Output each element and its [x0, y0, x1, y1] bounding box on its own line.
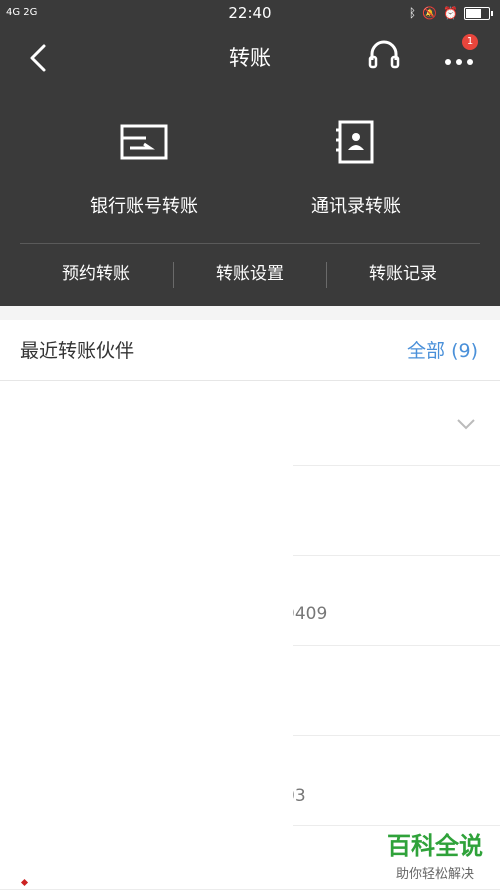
bank-card-icon [120, 124, 168, 160]
recent-partners-header: 最近转账伙伴 全部 (9) [0, 320, 500, 381]
tile-contacts-transfer[interactable]: 通讯录转账 [256, 118, 456, 218]
loading-overlay [0, 465, 293, 889]
section-title: 最近转账伙伴 [20, 340, 135, 362]
page-title: 转账 [229, 46, 271, 70]
watermark-logo: 百科全说 助你轻松解决 [370, 826, 500, 889]
watermark-subtitle: 助你轻松解决 [395, 867, 474, 882]
status-icons: ᛒ 🔕 ⏰ [408, 6, 493, 20]
chevron-down-icon[interactable] [456, 417, 476, 431]
notification-badge: 1 [462, 34, 478, 50]
tab-transfer-records[interactable]: 转账记录 [327, 244, 479, 304]
bluetooth-icon: ᛒ [408, 6, 417, 20]
alarm-icon: ⏰ [443, 6, 458, 20]
transfer-header: 转账 1 银行账号转账 通讯录转账 预约转账 转账设置 转账记录 [0, 28, 500, 306]
tab-scheduled-transfer[interactable]: 预约转账 [20, 244, 172, 304]
watermark-title: 百科全说 [387, 832, 483, 860]
headset-icon[interactable] [366, 38, 402, 74]
list-item[interactable] [0, 381, 500, 466]
tile-bank-account-transfer[interactable]: 银行账号转账 [44, 118, 244, 218]
tile-label: 银行账号转账 [90, 196, 198, 217]
status-bar: 4G 2G 22:40 ᛒ 🔕 ⏰ [0, 0, 500, 28]
bell-off-icon: 🔕 [422, 6, 438, 20]
battery-icon [464, 6, 493, 20]
tab-transfer-settings[interactable]: 转账设置 [174, 244, 326, 304]
view-all-link[interactable]: 全部 (9) [407, 336, 478, 363]
tile-label: 通讯录转账 [311, 196, 401, 217]
contacts-book-icon [336, 120, 374, 164]
